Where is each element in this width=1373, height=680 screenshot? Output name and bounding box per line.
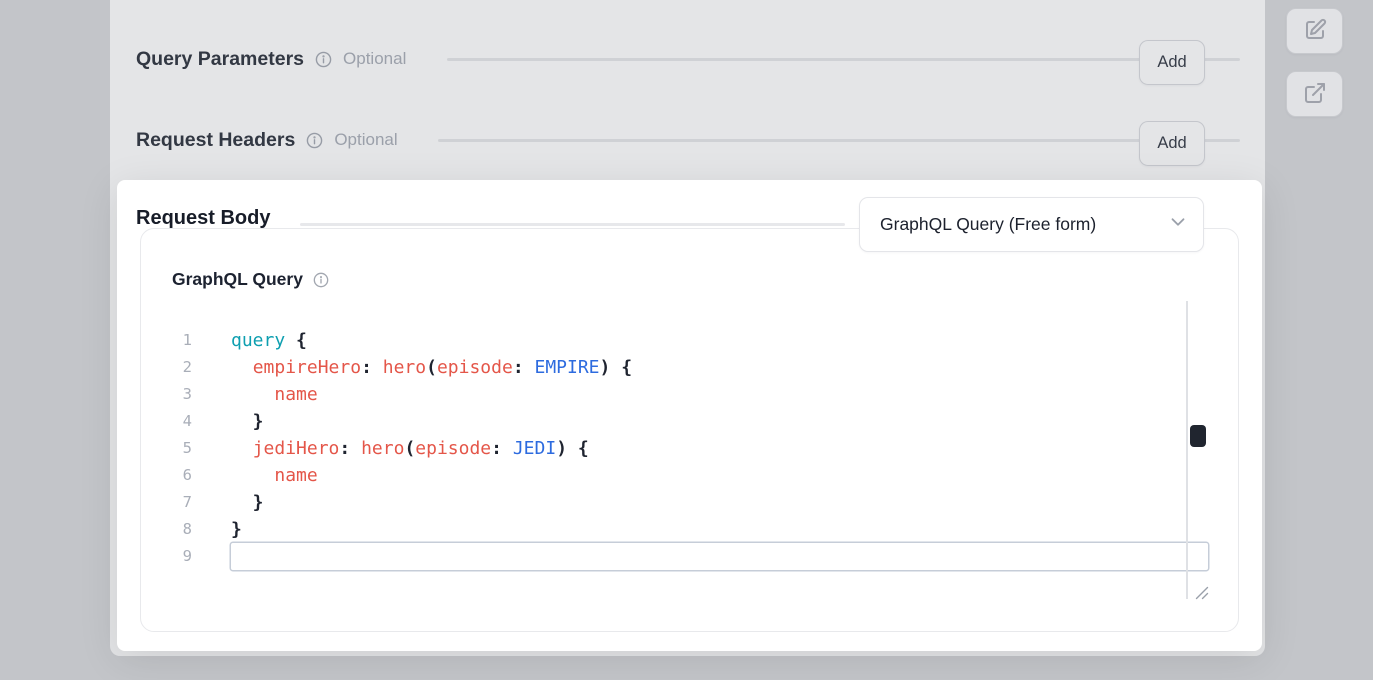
line-number: 7 — [141, 489, 192, 516]
line-number: 4 — [141, 408, 192, 435]
request-body-title: Request Body — [136, 207, 270, 230]
line-number: 8 — [141, 516, 192, 543]
code-line[interactable]: jediHero: hero(episode: JEDI) { — [231, 435, 1208, 462]
resize-grip-icon[interactable] — [1195, 586, 1209, 600]
line-number-gutter: 123456789 — [141, 327, 192, 570]
chevron-down-icon — [1167, 211, 1189, 238]
code-content[interactable]: query { empireHero: hero(episode: EMPIRE… — [231, 327, 1208, 570]
line-number: 3 — [141, 381, 192, 408]
line-number: 1 — [141, 327, 192, 354]
code-line[interactable] — [231, 543, 1208, 570]
line-number: 2 — [141, 354, 192, 381]
line-number: 5 — [141, 435, 192, 462]
request-body-divider — [300, 223, 845, 226]
code-line[interactable]: } — [231, 516, 1208, 543]
code-line[interactable]: query { — [231, 327, 1208, 354]
code-line[interactable]: } — [231, 408, 1208, 435]
app-screen: Query Parameters Optional Add Request He… — [0, 0, 1373, 680]
editor-scrollbar-thumb[interactable] — [1190, 425, 1206, 447]
code-line[interactable]: empireHero: hero(episode: EMPIRE) { — [231, 354, 1208, 381]
editor-scrollbar-track — [1186, 301, 1188, 599]
request-body-section: Request Body GraphQL Query 123456789 que… — [117, 180, 1262, 651]
body-type-value: GraphQL Query (Free form) — [880, 214, 1096, 235]
graphql-query-label: GraphQL Query — [172, 269, 303, 290]
code-line[interactable]: } — [231, 489, 1208, 516]
graphql-editor-panel: GraphQL Query 123456789 query { empireHe… — [140, 228, 1239, 632]
code-line[interactable]: name — [231, 462, 1208, 489]
code-line[interactable]: name — [231, 381, 1208, 408]
graphql-code-editor[interactable]: 123456789 query { empireHero: hero(episo… — [141, 301, 1208, 599]
graphql-query-label-row: GraphQL Query — [172, 269, 329, 290]
body-type-select[interactable]: GraphQL Query (Free form) — [859, 197, 1204, 252]
line-number: 9 — [141, 543, 192, 570]
line-number: 6 — [141, 462, 192, 489]
info-icon[interactable] — [313, 272, 329, 288]
